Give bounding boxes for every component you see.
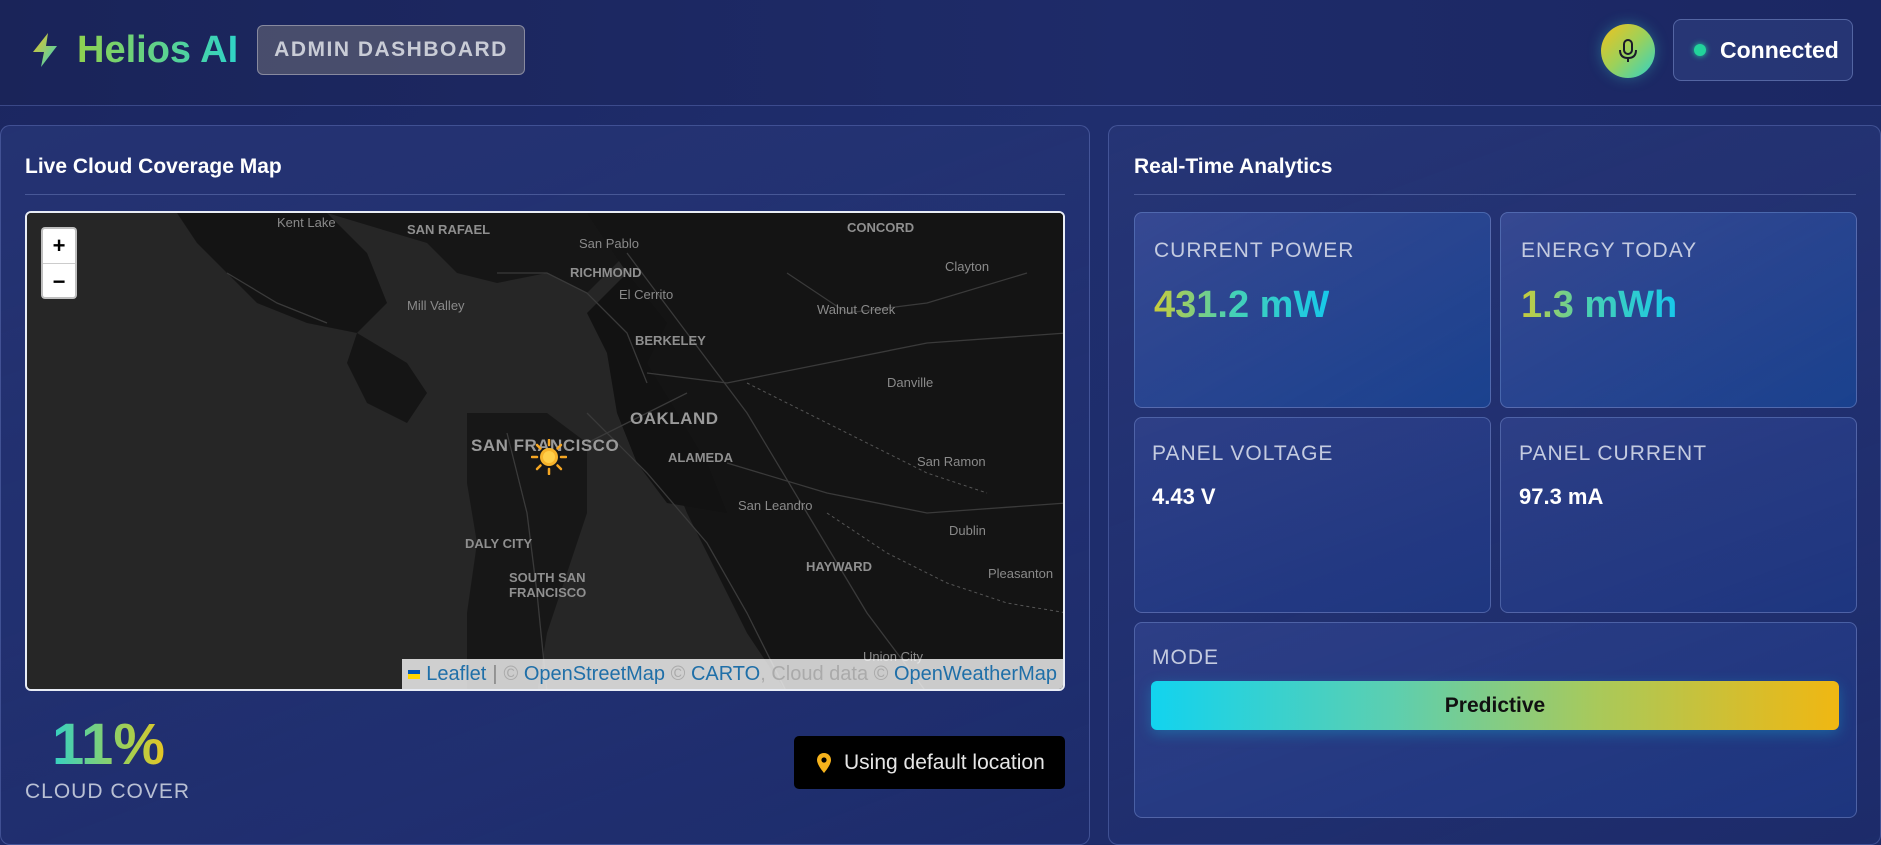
current-power-label: CURRENT POWER — [1154, 239, 1355, 262]
map-label: HAYWARD — [806, 559, 872, 574]
panel-voltage-value: 4.43 V — [1152, 484, 1216, 509]
carto-link[interactable]: CARTO — [691, 663, 760, 686]
map-label: San Pablo — [579, 236, 639, 251]
map-label: Clayton — [945, 259, 990, 274]
current-power-card: CURRENT POWER 431.2 mW — [1134, 212, 1491, 408]
map-label: Mill Valley — [407, 298, 465, 313]
location-button[interactable]: Using default location — [794, 736, 1065, 789]
map-label: DALY CITY — [465, 536, 533, 551]
map-label: Danville — [887, 375, 934, 390]
zoom-out-button[interactable]: − — [43, 264, 75, 299]
panel-voltage-card: PANEL VOLTAGE 4.43 V — [1134, 417, 1491, 613]
cloud-cover-label: CLOUD COVER — [25, 780, 191, 803]
cloud-coverage-map[interactable]: Kent Lake SAN RAFAEL San Pablo CONCORD R… — [25, 211, 1065, 691]
voice-input-button[interactable] — [1601, 24, 1655, 78]
admin-dashboard-badge: ADMIN DASHBOARD — [257, 25, 525, 75]
map-label: Pleasanton — [988, 566, 1054, 581]
location-button-label: Using default location — [844, 750, 1045, 774]
energy-today-value: 1.3 mWh — [1521, 284, 1678, 326]
connection-status: Connected — [1673, 19, 1853, 81]
zoom-control: + − — [41, 227, 77, 299]
panel-voltage-label: PANEL VOLTAGE — [1152, 442, 1334, 465]
map-label: SOUTH SAN — [509, 570, 586, 585]
map-label: FRANCISCO — [509, 585, 587, 600]
map-label: SAN RAFAEL — [407, 222, 491, 237]
map-label: OAKLAND — [630, 409, 719, 428]
map-label: BERKELEY — [635, 333, 706, 348]
sun-icon[interactable] — [531, 439, 567, 475]
panel-current-card: PANEL CURRENT 97.3 mA — [1500, 417, 1857, 613]
lightning-bolt-icon — [33, 33, 57, 67]
panel-current-label: PANEL CURRENT — [1519, 442, 1708, 465]
map-label: San Leandro — [738, 498, 813, 513]
panel-current-value: 97.3 mA — [1519, 484, 1604, 509]
energy-today-card: ENERGY TODAY 1.3 mWh — [1500, 212, 1857, 408]
connection-status-label: Connected — [1720, 36, 1839, 63]
map-label: El Cerrito — [619, 287, 674, 302]
map-attribution: Leaflet | © OpenStreetMap © CARTO , Clou… — [402, 659, 1063, 689]
attribution-copy: © — [670, 662, 686, 685]
microphone-icon — [1619, 39, 1637, 62]
app-header: Helios AI ADMIN DASHBOARD Connected — [0, 0, 1881, 106]
map-label: Kent Lake — [277, 215, 336, 230]
analytics-panel-title: Real-Time Analytics — [1134, 155, 1333, 178]
analytics-panel-divider — [1134, 194, 1856, 195]
map-label: Walnut Creek — [817, 302, 896, 317]
map-panel-divider — [25, 194, 1065, 195]
openstreetmap-link[interactable]: OpenStreetMap — [524, 663, 665, 686]
map-label: ALAMEDA — [668, 450, 733, 465]
map-label: CONCORD — [847, 220, 915, 235]
status-dot-icon — [1694, 44, 1706, 56]
mode-label: MODE — [1152, 646, 1219, 669]
mode-selector[interactable]: Predictive — [1151, 681, 1839, 730]
map-label: Dublin — [949, 523, 986, 538]
zoom-in-button[interactable]: + — [43, 229, 75, 264]
current-power-value: 431.2 mW — [1154, 284, 1330, 326]
energy-today-label: ENERGY TODAY — [1521, 239, 1698, 262]
attribution-copy: © — [503, 662, 519, 685]
map-panel-title: Live Cloud Coverage Map — [25, 155, 282, 178]
map-label: RICHMOND — [570, 265, 642, 280]
attribution-cloud-data: , Cloud data © — [760, 662, 889, 685]
openweathermap-link[interactable]: OpenWeatherMap — [894, 663, 1057, 686]
map-label: San Ramon — [917, 454, 986, 469]
brand-title: Helios AI — [77, 29, 239, 71]
attribution-separator: | — [492, 662, 498, 685]
ukraine-flag-icon — [408, 669, 421, 679]
map-pin-icon — [817, 752, 831, 773]
cloud-cover-value: 11% — [52, 712, 165, 777]
leaflet-link[interactable]: Leaflet — [426, 663, 486, 686]
